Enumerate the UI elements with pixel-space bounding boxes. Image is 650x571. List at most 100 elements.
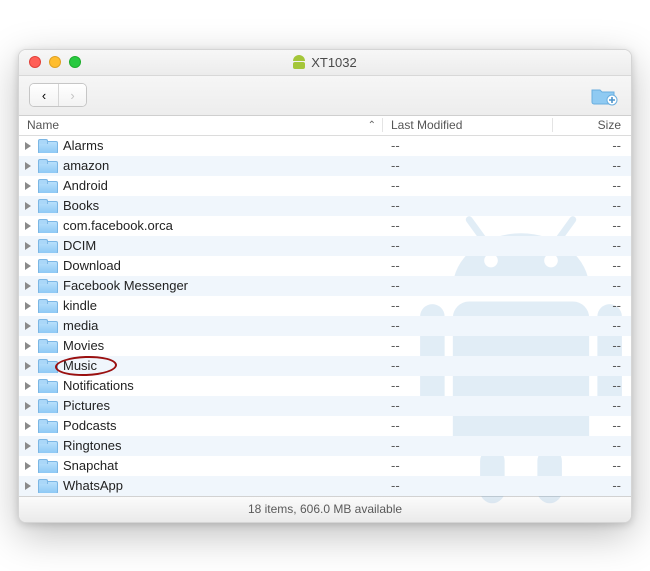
- folder-icon: [38, 259, 56, 273]
- folder-icon: [38, 399, 56, 413]
- item-name: Podcasts: [63, 418, 116, 433]
- table-row[interactable]: amazon----: [19, 156, 631, 176]
- table-row[interactable]: Pictures----: [19, 396, 631, 416]
- table-row[interactable]: Ringtones----: [19, 436, 631, 456]
- disclosure-triangle-icon[interactable]: [25, 202, 31, 210]
- disclosure-triangle-icon[interactable]: [25, 482, 31, 490]
- forward-button[interactable]: ›: [58, 84, 86, 106]
- disclosure-triangle-icon[interactable]: [25, 282, 31, 290]
- folder-icon: [38, 279, 56, 293]
- item-name: com.facebook.orca: [63, 218, 173, 233]
- cell-name: media: [19, 318, 383, 333]
- cell-size: --: [553, 338, 631, 353]
- column-header-modified[interactable]: Last Modified: [383, 118, 553, 132]
- close-button[interactable]: [29, 56, 41, 68]
- disclosure-triangle-icon[interactable]: [25, 422, 31, 430]
- cell-modified: --: [383, 478, 553, 493]
- table-row[interactable]: Facebook Messenger----: [19, 276, 631, 296]
- cell-size: --: [553, 438, 631, 453]
- cell-modified: --: [383, 418, 553, 433]
- disclosure-triangle-icon[interactable]: [25, 462, 31, 470]
- item-name: Notifications: [63, 378, 134, 393]
- item-name: Snapchat: [63, 458, 118, 473]
- table-row[interactable]: DCIM----: [19, 236, 631, 256]
- item-name: Alarms: [63, 138, 103, 153]
- cell-modified: --: [383, 458, 553, 473]
- table-row[interactable]: WhatsApp----: [19, 476, 631, 496]
- table-row[interactable]: Snapchat ----: [19, 456, 631, 476]
- disclosure-triangle-icon[interactable]: [25, 442, 31, 450]
- item-name: DCIM: [63, 238, 96, 253]
- item-name: Pictures: [63, 398, 110, 413]
- column-header-size-label: Size: [598, 118, 621, 132]
- cell-modified: --: [383, 238, 553, 253]
- folder-icon: [38, 159, 56, 173]
- disclosure-triangle-icon[interactable]: [25, 342, 31, 350]
- file-list[interactable]: Alarms----amazon----Android----Books----…: [19, 136, 631, 496]
- disclosure-triangle-icon[interactable]: [25, 382, 31, 390]
- android-device-icon: [293, 55, 305, 69]
- table-row[interactable]: Movies----: [19, 336, 631, 356]
- column-header-name-label: Name: [27, 118, 59, 132]
- cell-modified: --: [383, 398, 553, 413]
- table-row[interactable]: Music----: [19, 356, 631, 376]
- table-row[interactable]: kindle----: [19, 296, 631, 316]
- disclosure-triangle-icon[interactable]: [25, 222, 31, 230]
- disclosure-triangle-icon[interactable]: [25, 182, 31, 190]
- cell-size: --: [553, 378, 631, 393]
- cell-modified: --: [383, 298, 553, 313]
- table-row[interactable]: Notifications ----: [19, 376, 631, 396]
- cell-name: Movies: [19, 338, 383, 353]
- column-headers: Name ⌃ Last Modified Size: [19, 116, 631, 136]
- table-row[interactable]: media----: [19, 316, 631, 336]
- maximize-button[interactable]: [69, 56, 81, 68]
- window-title: XT1032: [19, 55, 631, 70]
- disclosure-triangle-icon[interactable]: [25, 362, 31, 370]
- table-row[interactable]: Android----: [19, 176, 631, 196]
- cell-size: --: [553, 298, 631, 313]
- item-name: Ringtones: [63, 438, 122, 453]
- sort-ascending-icon: ⌃: [368, 120, 376, 131]
- disclosure-triangle-icon[interactable]: [25, 302, 31, 310]
- cell-size: --: [553, 458, 631, 473]
- cell-size: --: [553, 258, 631, 273]
- folder-icon: [38, 439, 56, 453]
- cell-modified: --: [383, 198, 553, 213]
- disclosure-triangle-icon[interactable]: [25, 322, 31, 330]
- folder-icon: [38, 139, 56, 153]
- disclosure-triangle-icon[interactable]: [25, 162, 31, 170]
- cell-modified: --: [383, 378, 553, 393]
- column-header-size[interactable]: Size: [553, 118, 631, 132]
- titlebar[interactable]: XT1032: [19, 50, 631, 76]
- folder-icon: [38, 339, 56, 353]
- table-row[interactable]: Download----: [19, 256, 631, 276]
- disclosure-triangle-icon[interactable]: [25, 262, 31, 270]
- column-header-name[interactable]: Name ⌃: [19, 118, 383, 132]
- item-name: media: [63, 318, 98, 333]
- cell-name: amazon: [19, 158, 383, 173]
- folder-icon: [38, 379, 56, 393]
- chevron-left-icon: ‹: [42, 89, 46, 102]
- cell-size: --: [553, 158, 631, 173]
- table-row[interactable]: com.facebook.orca----: [19, 216, 631, 236]
- table-row[interactable]: Podcasts----: [19, 416, 631, 436]
- table-row[interactable]: Books----: [19, 196, 631, 216]
- table-row[interactable]: Alarms----: [19, 136, 631, 156]
- back-button[interactable]: ‹: [30, 84, 58, 106]
- cell-size: --: [553, 358, 631, 373]
- cell-modified: --: [383, 218, 553, 233]
- folder-icon: [38, 199, 56, 213]
- cell-modified: --: [383, 358, 553, 373]
- cell-name: Snapchat: [19, 458, 383, 473]
- cell-size: --: [553, 318, 631, 333]
- cell-name: Facebook Messenger: [19, 278, 383, 293]
- cell-size: --: [553, 178, 631, 193]
- disclosure-triangle-icon[interactable]: [25, 242, 31, 250]
- disclosure-triangle-icon[interactable]: [25, 142, 31, 150]
- cell-name: Android: [19, 178, 383, 193]
- minimize-button[interactable]: [49, 56, 61, 68]
- disclosure-triangle-icon[interactable]: [25, 402, 31, 410]
- finder-window: XT1032 ‹ › Name ⌃ Last Modified: [18, 49, 632, 523]
- folder-icon: [38, 239, 56, 253]
- new-folder-button[interactable]: [587, 83, 621, 107]
